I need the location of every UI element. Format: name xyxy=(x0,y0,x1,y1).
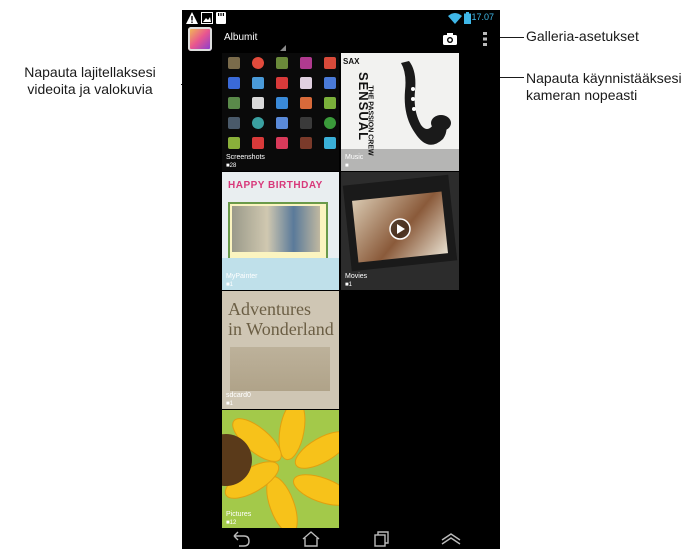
battery-icon xyxy=(464,12,471,24)
drawing-photo xyxy=(232,206,320,252)
album-count: 12 xyxy=(226,520,237,526)
music-cover-text-band: THE PASSION CREW xyxy=(366,85,374,156)
sdcard-cover-text-line2: in Wonderland xyxy=(228,319,334,339)
album-count: 1 xyxy=(226,282,233,288)
saxophone-illustration xyxy=(401,61,451,145)
storage-notification-icon xyxy=(216,12,226,24)
overflow-menu-icon[interactable] xyxy=(482,31,488,47)
recent-apps-icon[interactable] xyxy=(370,531,392,547)
status-time: 17.07 xyxy=(471,12,494,22)
dropdown-caret-icon[interactable] xyxy=(280,45,286,51)
annotation-gallery-settings: Galleria-asetukset xyxy=(526,28,639,44)
album-count: 28 xyxy=(226,163,237,169)
album-tile-sdcard0[interactable]: Adventures in Wonderland sdcard0 1 xyxy=(222,291,339,409)
back-icon[interactable] xyxy=(230,531,252,547)
wifi-icon xyxy=(448,13,462,24)
album-tile-pictures[interactable]: Pictures 12 xyxy=(222,410,339,528)
album-count xyxy=(345,163,349,169)
music-cover-text-sax: SAX xyxy=(343,57,360,66)
album-tile-movies[interactable]: Movies 1 xyxy=(341,172,459,290)
album-tile-screenshots[interactable]: Screenshots 28 xyxy=(222,53,339,171)
album-name: Music xyxy=(345,154,364,161)
album-count: 1 xyxy=(345,282,352,288)
album-tile-mypainter[interactable]: HAPPY BIRTHDAY MyPainter 1 xyxy=(222,172,339,290)
action-bar: Albumit xyxy=(182,26,500,52)
annotation-camera: Napauta käynnistääksesi kameran nopeasti xyxy=(526,70,682,103)
album-tile-music[interactable]: SAX SENSUAL THE PASSION CREW Music xyxy=(341,53,459,171)
tablet-screen: 17.07 Albumit Screenshots 28 SAX SENSUAL… xyxy=(182,10,500,549)
home-icon[interactable] xyxy=(300,531,322,547)
mypainter-cover-text: HAPPY BIRTHDAY xyxy=(228,180,323,191)
image-notification-icon xyxy=(201,12,213,24)
app-icons-thumbnail xyxy=(228,57,338,149)
album-name: MyPainter xyxy=(226,273,258,280)
menu-up-icon[interactable] xyxy=(440,531,462,547)
camera-icon[interactable] xyxy=(442,31,458,47)
annotation-sort: Napauta lajitellaksesi videoita ja valok… xyxy=(24,64,156,97)
play-icon[interactable] xyxy=(389,218,411,240)
album-count: 1 xyxy=(226,401,233,407)
navigation-bar xyxy=(182,528,500,549)
book-illustration xyxy=(230,347,330,391)
gallery-app-icon[interactable] xyxy=(188,27,212,51)
warning-icon xyxy=(186,12,198,24)
album-name: Pictures xyxy=(226,511,252,518)
sdcard-cover-text-line1: Adventures xyxy=(228,299,311,319)
album-dropdown-label[interactable]: Albumit xyxy=(224,32,257,43)
album-name: Movies xyxy=(345,273,368,280)
album-name: sdcard0 xyxy=(226,392,251,399)
status-bar: 17.07 xyxy=(182,10,500,26)
album-name: Screenshots xyxy=(226,154,265,161)
